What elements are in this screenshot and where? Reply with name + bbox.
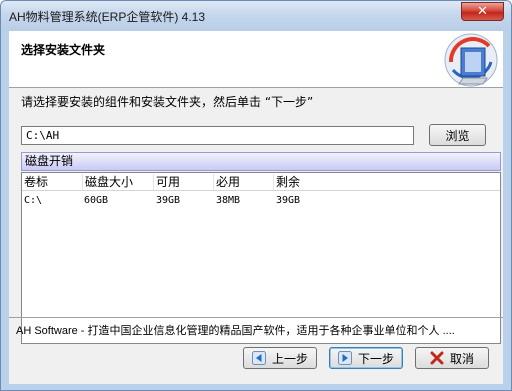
wizard-header: 选择安装文件夹 bbox=[9, 31, 503, 88]
column-header-available[interactable]: 可用 bbox=[153, 174, 211, 190]
disk-space-header: 磁盘开销 bbox=[21, 152, 501, 171]
back-button-label: 上一步 bbox=[271, 351, 308, 366]
window-title: AH物料管理系统(ERP企管软件) 4.13 bbox=[9, 10, 206, 24]
cell-remaining: 39GB bbox=[276, 195, 301, 206]
title-bar[interactable]: AH物料管理系统(ERP企管软件) 4.13 ✕ bbox=[1, 1, 511, 31]
branding-text: AH Software - 打造中国企业信息化管理的精品国产软件，适用于各种企事… bbox=[16, 325, 455, 337]
cell-available: 39GB bbox=[156, 195, 181, 206]
page-title: 选择安装文件夹 bbox=[21, 43, 106, 57]
disk-space-table: 卷标 磁盘大小 可用 必用 剩余 C:\ 60GB 39GB 38MB 39GB bbox=[21, 172, 501, 344]
table-header: 卷标 磁盘大小 可用 必用 剩余 bbox=[22, 173, 500, 191]
footer-divider bbox=[9, 317, 503, 318]
column-header-remaining[interactable]: 剩余 bbox=[273, 174, 498, 190]
install-path-input[interactable] bbox=[21, 126, 414, 145]
next-button[interactable]: 下一步 bbox=[329, 347, 403, 369]
cell-required: 38MB bbox=[216, 195, 241, 206]
arrow-right-icon bbox=[337, 351, 352, 365]
cell-disk-size: 60GB bbox=[84, 195, 109, 206]
table-row[interactable]: C:\ 60GB 39GB 38MB 39GB bbox=[22, 193, 500, 209]
next-button-label: 下一步 bbox=[357, 351, 394, 366]
close-icon: ✕ bbox=[477, 4, 488, 19]
cancel-button[interactable]: 取消 bbox=[415, 347, 489, 369]
installer-logo-icon bbox=[444, 33, 498, 87]
back-button[interactable]: 上一步 bbox=[243, 347, 317, 369]
column-header-disk-size[interactable]: 磁盘大小 bbox=[82, 174, 152, 190]
cancel-x-icon bbox=[430, 351, 444, 365]
cancel-button-label: 取消 bbox=[449, 351, 474, 366]
browse-button[interactable]: 浏览 bbox=[429, 124, 486, 146]
column-header-required[interactable]: 必用 bbox=[213, 174, 271, 190]
cell-volume: C:\ bbox=[24, 195, 43, 206]
column-header-volume[interactable]: 卷标 bbox=[22, 174, 76, 190]
arrow-left-icon bbox=[251, 351, 266, 365]
dialog-body: 选择安装文件夹 请选择要安装的组件和安装文件夹，然后单击 “下一步” 浏览 磁盘… bbox=[9, 31, 503, 384]
close-button[interactable]: ✕ bbox=[461, 2, 504, 21]
installer-window: AH物料管理系统(ERP企管软件) 4.13 ✕ 选择安装文件夹 请选择要安装的… bbox=[0, 0, 512, 391]
instruction-text: 请选择要安装的组件和安装文件夹，然后单击 “下一步” bbox=[21, 95, 314, 109]
